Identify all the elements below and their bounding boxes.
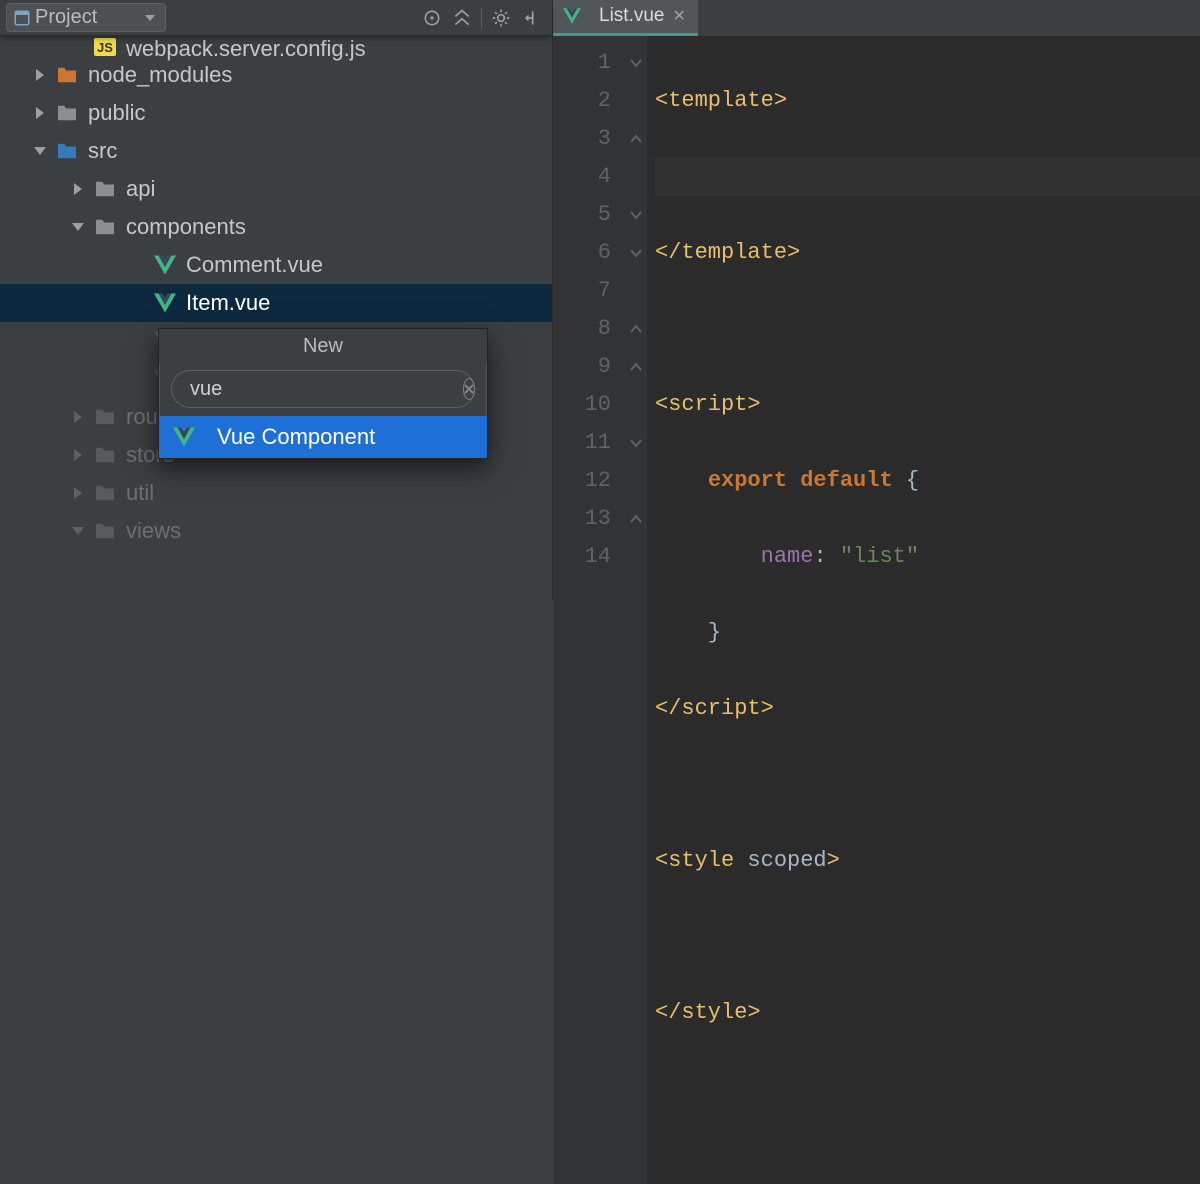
tree-row[interactable]: src <box>0 132 552 170</box>
editor-tab-bar: List.vue ✕ <box>553 0 1200 36</box>
expand-chevron-icon[interactable] <box>70 447 86 463</box>
new-file-popup: New Vue Component <box>158 328 488 459</box>
tree-row[interactable]: components <box>0 208 552 246</box>
folder-icon <box>94 178 116 200</box>
tree-item-label: src <box>88 138 117 164</box>
vue-icon <box>154 292 176 314</box>
tree-row[interactable]: public <box>0 94 552 132</box>
chevron-down-icon <box>145 13 155 23</box>
vue-icon <box>154 254 176 276</box>
tree-row[interactable]: util <box>0 474 552 512</box>
tree-item-label: public <box>88 100 145 126</box>
tree-item-label: util <box>126 480 154 506</box>
vue-icon <box>173 426 195 448</box>
hide-panel-icon[interactable] <box>516 4 546 32</box>
folder-icon <box>94 216 116 238</box>
popup-item-label: Vue Component <box>217 424 375 450</box>
project-icon <box>13 9 31 27</box>
clear-search-icon[interactable] <box>463 378 475 400</box>
folder-icon <box>94 406 116 428</box>
popup-title: New <box>159 329 487 364</box>
editor: List.vue ✕ 1234567891011121314 <template… <box>553 0 1200 600</box>
locate-icon[interactable] <box>417 4 447 32</box>
expand-chevron-icon[interactable] <box>70 219 86 235</box>
tree-item-label: Comment.vue <box>186 252 323 278</box>
expand-chevron-icon[interactable] <box>32 143 48 159</box>
popup-search[interactable] <box>171 370 475 408</box>
gear-icon[interactable] <box>486 4 516 32</box>
expand-chevron-icon[interactable] <box>70 181 86 197</box>
line-number-gutter: 1234567891011121314 <box>553 36 625 1184</box>
tree-row[interactable]: Comment.vue <box>0 246 552 284</box>
editor-tab[interactable]: List.vue ✕ <box>553 0 698 36</box>
expand-chevron-icon[interactable] <box>70 485 86 501</box>
folder-icon <box>94 444 116 466</box>
tree-item-label: Item.vue <box>186 290 270 316</box>
tree-row[interactable]: JSwebpack.server.config.js <box>0 36 552 56</box>
expand-chevron-icon[interactable] <box>70 523 86 539</box>
folder-icon <box>56 102 78 124</box>
project-tree[interactable]: JSwebpack.server.config.jsnode_modulespu… <box>0 36 552 600</box>
separator <box>481 8 482 28</box>
vue-icon <box>563 8 581 24</box>
project-panel-header: Project <box>0 0 552 36</box>
fold-column[interactable] <box>625 36 647 1184</box>
tree-item-label: webpack.server.config.js <box>126 36 366 62</box>
tree-row[interactable]: Item.vue <box>0 284 552 322</box>
expand-chevron-icon[interactable] <box>70 409 86 425</box>
tree-item-label: node_modules <box>88 62 232 88</box>
tree-row[interactable]: api <box>0 170 552 208</box>
folder-icon <box>56 140 78 162</box>
expand-chevron-icon[interactable] <box>32 67 48 83</box>
popup-item-vue-component[interactable]: Vue Component <box>159 416 487 458</box>
tree-row[interactable]: views <box>0 512 552 550</box>
expand-chevron-icon[interactable] <box>32 105 48 121</box>
code-content[interactable]: <template> </template> <script> export d… <box>647 36 1200 1184</box>
js-file-icon: JS <box>94 36 116 58</box>
folder-icon <box>94 520 116 542</box>
project-panel: Project JSwebpack.server.config.jsnode_m… <box>0 0 553 600</box>
tree-item-label: api <box>126 176 155 202</box>
folder-icon <box>56 64 78 86</box>
folder-icon <box>94 482 116 504</box>
tree-item-label: components <box>126 214 246 240</box>
close-tab-icon[interactable]: ✕ <box>672 6 685 26</box>
popup-search-input[interactable] <box>190 378 455 401</box>
project-view-label: Project <box>35 6 97 29</box>
tree-item-label: views <box>126 518 181 544</box>
project-view-selector[interactable]: Project <box>6 3 166 32</box>
editor-tab-label: List.vue <box>599 5 664 27</box>
collapse-all-icon[interactable] <box>447 4 477 32</box>
code-area[interactable]: 1234567891011121314 <template> </templat… <box>553 36 1200 1184</box>
